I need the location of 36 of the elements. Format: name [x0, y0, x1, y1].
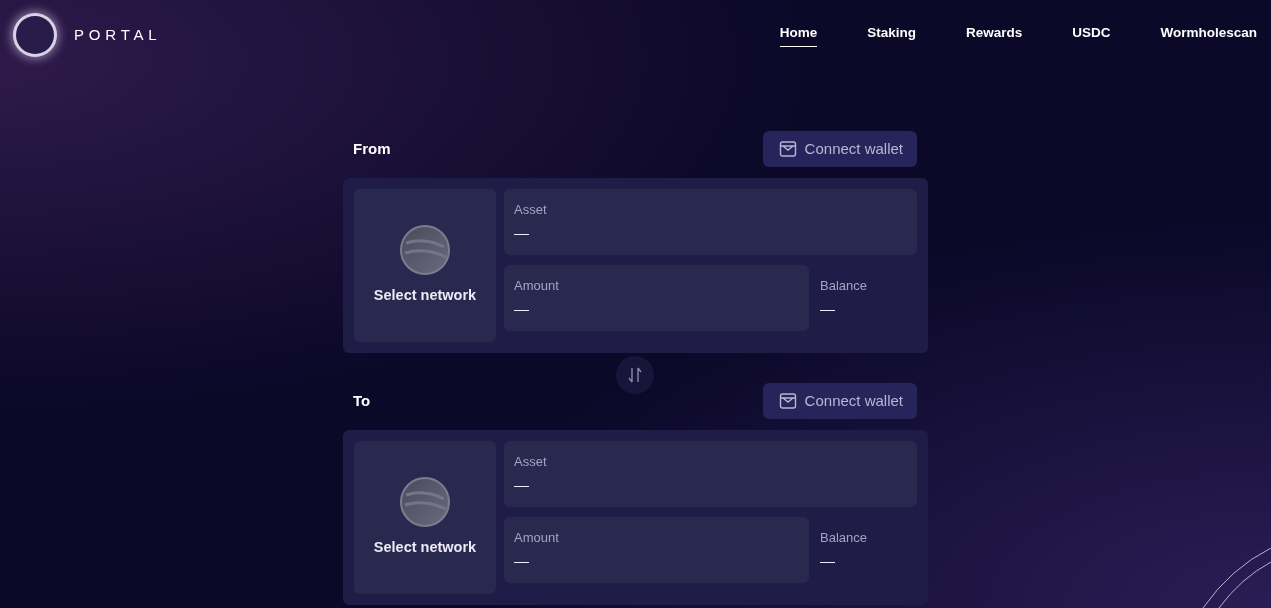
globe-icon: [400, 476, 450, 527]
section-title: From: [353, 138, 391, 159]
section-title: To: [353, 390, 371, 411]
globe-icon: [400, 224, 450, 275]
field-value: —: [514, 222, 530, 243]
swap-button[interactable]: [616, 356, 654, 394]
wallet-icon: [778, 392, 797, 410]
field-label: Amount: [514, 277, 560, 295]
asset-selector[interactable]: Asset —: [504, 441, 917, 507]
field-label: Asset: [514, 453, 548, 471]
balance-label: Balance: [820, 529, 868, 547]
field-label: Amount: [514, 529, 560, 547]
nav-link[interactable]: Staking: [867, 22, 916, 48]
arc-drawing: [1201, 548, 1271, 608]
nav-link[interactable]: USDC: [1072, 22, 1111, 48]
field-label: Asset: [514, 201, 548, 219]
nav-link[interactable]: Wormholescan: [1160, 22, 1257, 48]
nav-link[interactable]: Home: [779, 22, 818, 48]
connect-wallet-button[interactable]: Connect wallet: [762, 383, 917, 419]
field-value: —: [514, 298, 530, 319]
network-selector[interactable]: Select network: [354, 189, 496, 342]
wallet-icon: [778, 140, 797, 158]
nav-link[interactable]: Rewards: [965, 22, 1023, 48]
network-selector[interactable]: Select network: [354, 441, 496, 594]
amount-field[interactable]: Amount —: [504, 265, 809, 331]
balance-label: Balance: [820, 277, 868, 295]
amount-field[interactable]: Amount —: [504, 517, 809, 583]
logo-icon: [16, 16, 54, 54]
field-value: —: [514, 550, 530, 571]
connect-wallet-button[interactable]: Connect wallet: [762, 131, 917, 167]
brand-name: PORTAL: [74, 24, 162, 45]
swap-icon: [627, 366, 643, 384]
balance-value: —: [820, 550, 836, 571]
asset-selector[interactable]: Asset —: [504, 189, 917, 255]
field-value: —: [514, 474, 530, 495]
balance-value: —: [820, 298, 836, 319]
